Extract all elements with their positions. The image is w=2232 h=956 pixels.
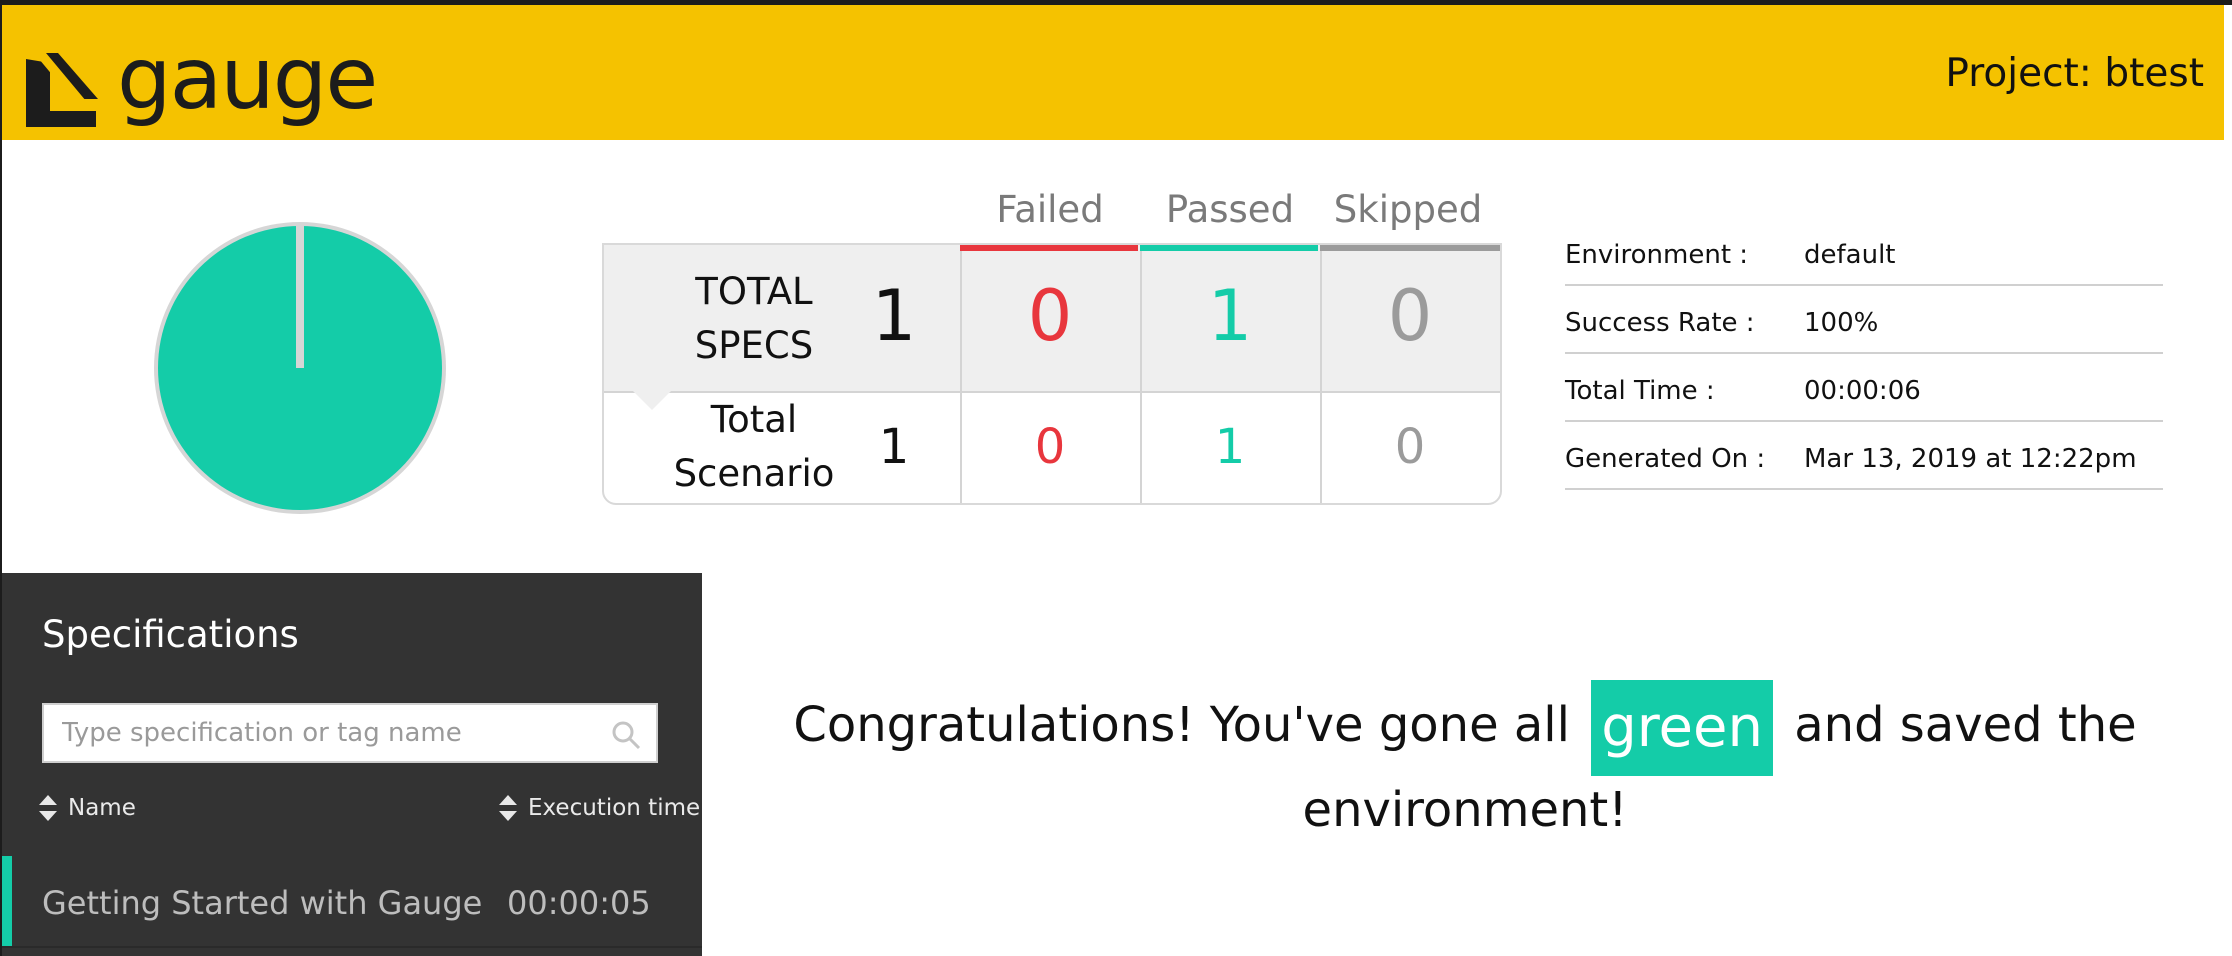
spec-search-input[interactable]: [62, 705, 602, 761]
specs-failed[interactable]: 0: [960, 275, 1140, 357]
logo-wordmark: gauge: [117, 29, 378, 129]
specs-skipped[interactable]: 0: [1320, 275, 1500, 357]
sort-icon: [499, 795, 517, 821]
info-row-generated-on: Generated On : Mar 13, 2019 at 12:22pm: [1565, 422, 2163, 490]
sort-by-execution-time[interactable]: Execution time: [498, 793, 700, 823]
congratulations-message: Congratulations! You've gone all green a…: [780, 680, 2150, 844]
info-key: Success Rate :: [1565, 308, 1755, 338]
info-value: 100%: [1804, 308, 1879, 338]
scenario-failed[interactable]: 0: [960, 419, 1140, 475]
scenario-label[interactable]: Total Scenario: [654, 393, 854, 501]
gauge-logo[interactable]: gauge: [22, 29, 378, 138]
sort-time-label: Execution time: [528, 795, 701, 821]
specs-total: 1: [871, 275, 917, 357]
sort-by-name[interactable]: Name: [38, 793, 136, 823]
spec-name: Getting Started with Gauge: [42, 884, 483, 922]
info-value: Mar 13, 2019 at 12:22pm: [1804, 444, 2137, 474]
info-row-success-rate: Success Rate : 100%: [1565, 286, 2163, 354]
message-before: Congratulations! You've gone all: [793, 697, 1570, 753]
info-key: Generated On :: [1565, 444, 1766, 474]
spec-execution-time: 00:00:05: [507, 884, 651, 922]
info-key: Total Time :: [1565, 376, 1715, 406]
result-pie-chart: [154, 222, 446, 514]
column-header-skipped: Skipped: [1333, 188, 1483, 231]
specs-label[interactable]: TOTAL SPECS: [654, 265, 854, 373]
specs-label-line1: TOTAL: [695, 270, 813, 313]
scenario-skipped[interactable]: 0: [1320, 419, 1500, 475]
info-key: Environment :: [1565, 240, 1749, 270]
spec-status-indicator: [2, 856, 12, 946]
passed-color-bar: [1140, 245, 1318, 251]
scenario-label-line1: Total: [710, 398, 798, 441]
column-header-failed: Failed: [996, 188, 1104, 231]
search-icon[interactable]: [610, 719, 642, 751]
scenario-passed[interactable]: 1: [1140, 419, 1320, 475]
stats-table: TOTAL SPECS 1 0 1 0 Total Scenario 1 0 1…: [602, 243, 1502, 505]
info-row-total-time: Total Time : 00:00:06: [1565, 354, 2163, 422]
project-name: Project: btest: [1945, 51, 2204, 96]
message-highlight: green: [1591, 680, 1773, 776]
column-header-passed: Passed: [1165, 188, 1295, 231]
failed-color-bar: [960, 245, 1138, 251]
info-value: default: [1804, 240, 1896, 270]
spec-search-box: [42, 703, 658, 763]
specs-passed[interactable]: 1: [1140, 275, 1320, 357]
report-header: gauge Project: btest: [2, 5, 2224, 140]
info-value: 00:00:06: [1804, 376, 1921, 406]
specifications-sidebar: Specifications Name Execution time Getti…: [2, 573, 702, 956]
sidebar-title: Specifications: [42, 613, 299, 656]
selected-row-pointer: [630, 388, 674, 410]
skipped-color-bar: [1320, 245, 1500, 251]
specs-label-line2: SPECS: [694, 324, 814, 367]
sort-icon: [39, 795, 57, 821]
scenario-total: 1: [878, 419, 910, 475]
scenario-label-line2: Scenario: [673, 452, 835, 495]
sort-name-label: Name: [68, 795, 136, 821]
info-row-environment: Environment : default: [1565, 218, 2163, 286]
gauge-logo-icon: [26, 53, 98, 127]
spec-list-item[interactable]: Getting Started with Gauge 00:00:05: [2, 856, 702, 948]
